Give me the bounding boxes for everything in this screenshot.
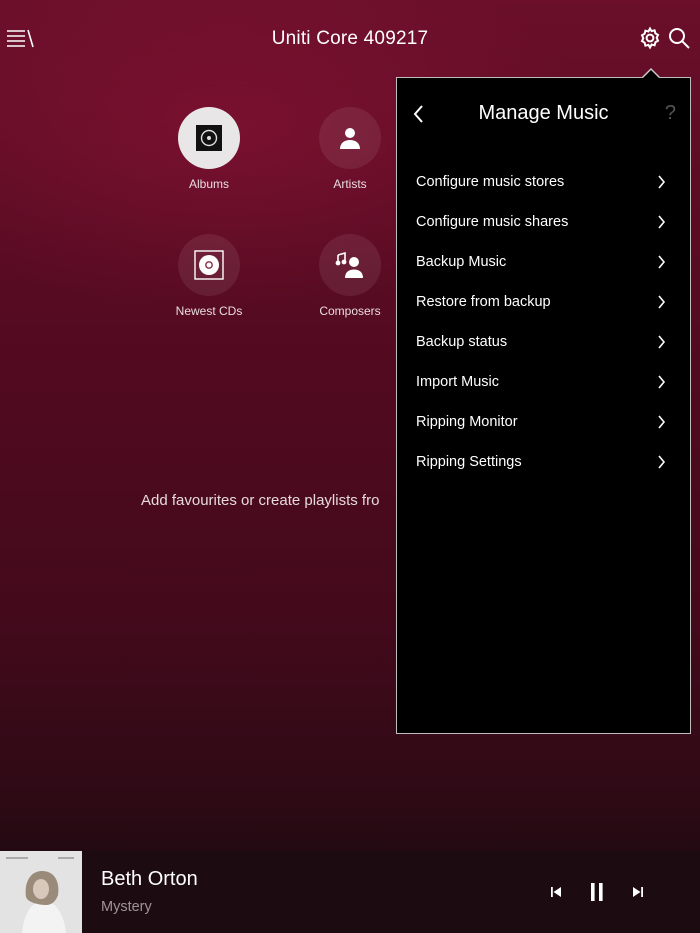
browse-tile-artists[interactable]: Artists [300, 107, 400, 191]
chevron-right-icon [658, 175, 666, 189]
menu-item-configure-music-stores[interactable]: Configure music stores [397, 162, 690, 202]
empty-playlists-hint: Add favourites or create playlists fro [141, 492, 380, 509]
panel-title: Manage Music [478, 102, 609, 124]
menu-item-restore-from-backup[interactable]: Restore from backup [397, 282, 690, 322]
help-icon[interactable]: ? [665, 102, 676, 125]
tile-label: Composers [319, 304, 381, 318]
chevron-right-icon [658, 295, 666, 309]
menu-item-label: Ripping Monitor [416, 414, 518, 430]
gear-icon[interactable] [638, 26, 662, 50]
now-playing-track: Mystery [101, 899, 152, 915]
chevron-right-icon [658, 215, 666, 229]
browse-tile-composers[interactable]: Composers [300, 234, 400, 318]
pause-icon[interactable] [588, 881, 606, 903]
menu-item-label: Backup status [416, 334, 508, 350]
search-icon[interactable] [667, 26, 691, 50]
device-title: Uniti Core 409217 [271, 28, 429, 49]
menu-item-label: Backup Music [416, 254, 507, 270]
chevron-right-icon [658, 455, 666, 469]
menu-item-label: Ripping Settings [416, 454, 522, 470]
menu-item-label: Import Music [416, 374, 499, 390]
menu-item-ripping-monitor[interactable]: Ripping Monitor [397, 402, 690, 442]
chevron-right-icon [658, 415, 666, 429]
menu-item-configure-music-shares[interactable]: Configure music shares [397, 202, 690, 242]
panel-pointer-fill [643, 70, 659, 78]
panel-header: Manage Music ? [397, 78, 690, 150]
now-playing-bar[interactable]: Beth Orton Mystery [0, 851, 700, 933]
cd-icon [178, 234, 240, 296]
manage-music-menu: Configure music stores Configure music s… [397, 162, 690, 482]
chevron-right-icon [658, 375, 666, 389]
album-icon [178, 107, 240, 169]
tile-label: Albums [188, 177, 229, 191]
chevron-right-icon [658, 255, 666, 269]
tile-label: Artists [333, 177, 367, 191]
browse-tile-newest-cds[interactable]: Newest CDs [159, 234, 259, 318]
next-track-icon[interactable] [631, 885, 645, 899]
top-bar: Uniti Core 409217 [0, 0, 700, 80]
menu-item-backup-status[interactable]: Backup status [397, 322, 690, 362]
previous-track-icon[interactable] [549, 885, 563, 899]
browse-tile-albums[interactable]: Albums [159, 107, 259, 191]
menu-item-label: Configure music stores [416, 174, 565, 190]
menu-item-backup-music[interactable]: Backup Music [397, 242, 690, 282]
album-art[interactable] [0, 851, 82, 933]
menu-item-import-music[interactable]: Import Music [397, 362, 690, 402]
chevron-right-icon [658, 335, 666, 349]
artist-icon [319, 107, 381, 169]
composer-icon [319, 234, 381, 296]
menu-item-label: Configure music shares [416, 214, 569, 230]
tile-label: Newest CDs [175, 304, 243, 318]
now-playing-artist: Beth Orton [101, 868, 198, 890]
menu-item-label: Restore from backup [416, 294, 551, 310]
menu-item-ripping-settings[interactable]: Ripping Settings [397, 442, 690, 482]
manage-music-panel: Manage Music ? Configure music stores Co… [396, 77, 691, 734]
